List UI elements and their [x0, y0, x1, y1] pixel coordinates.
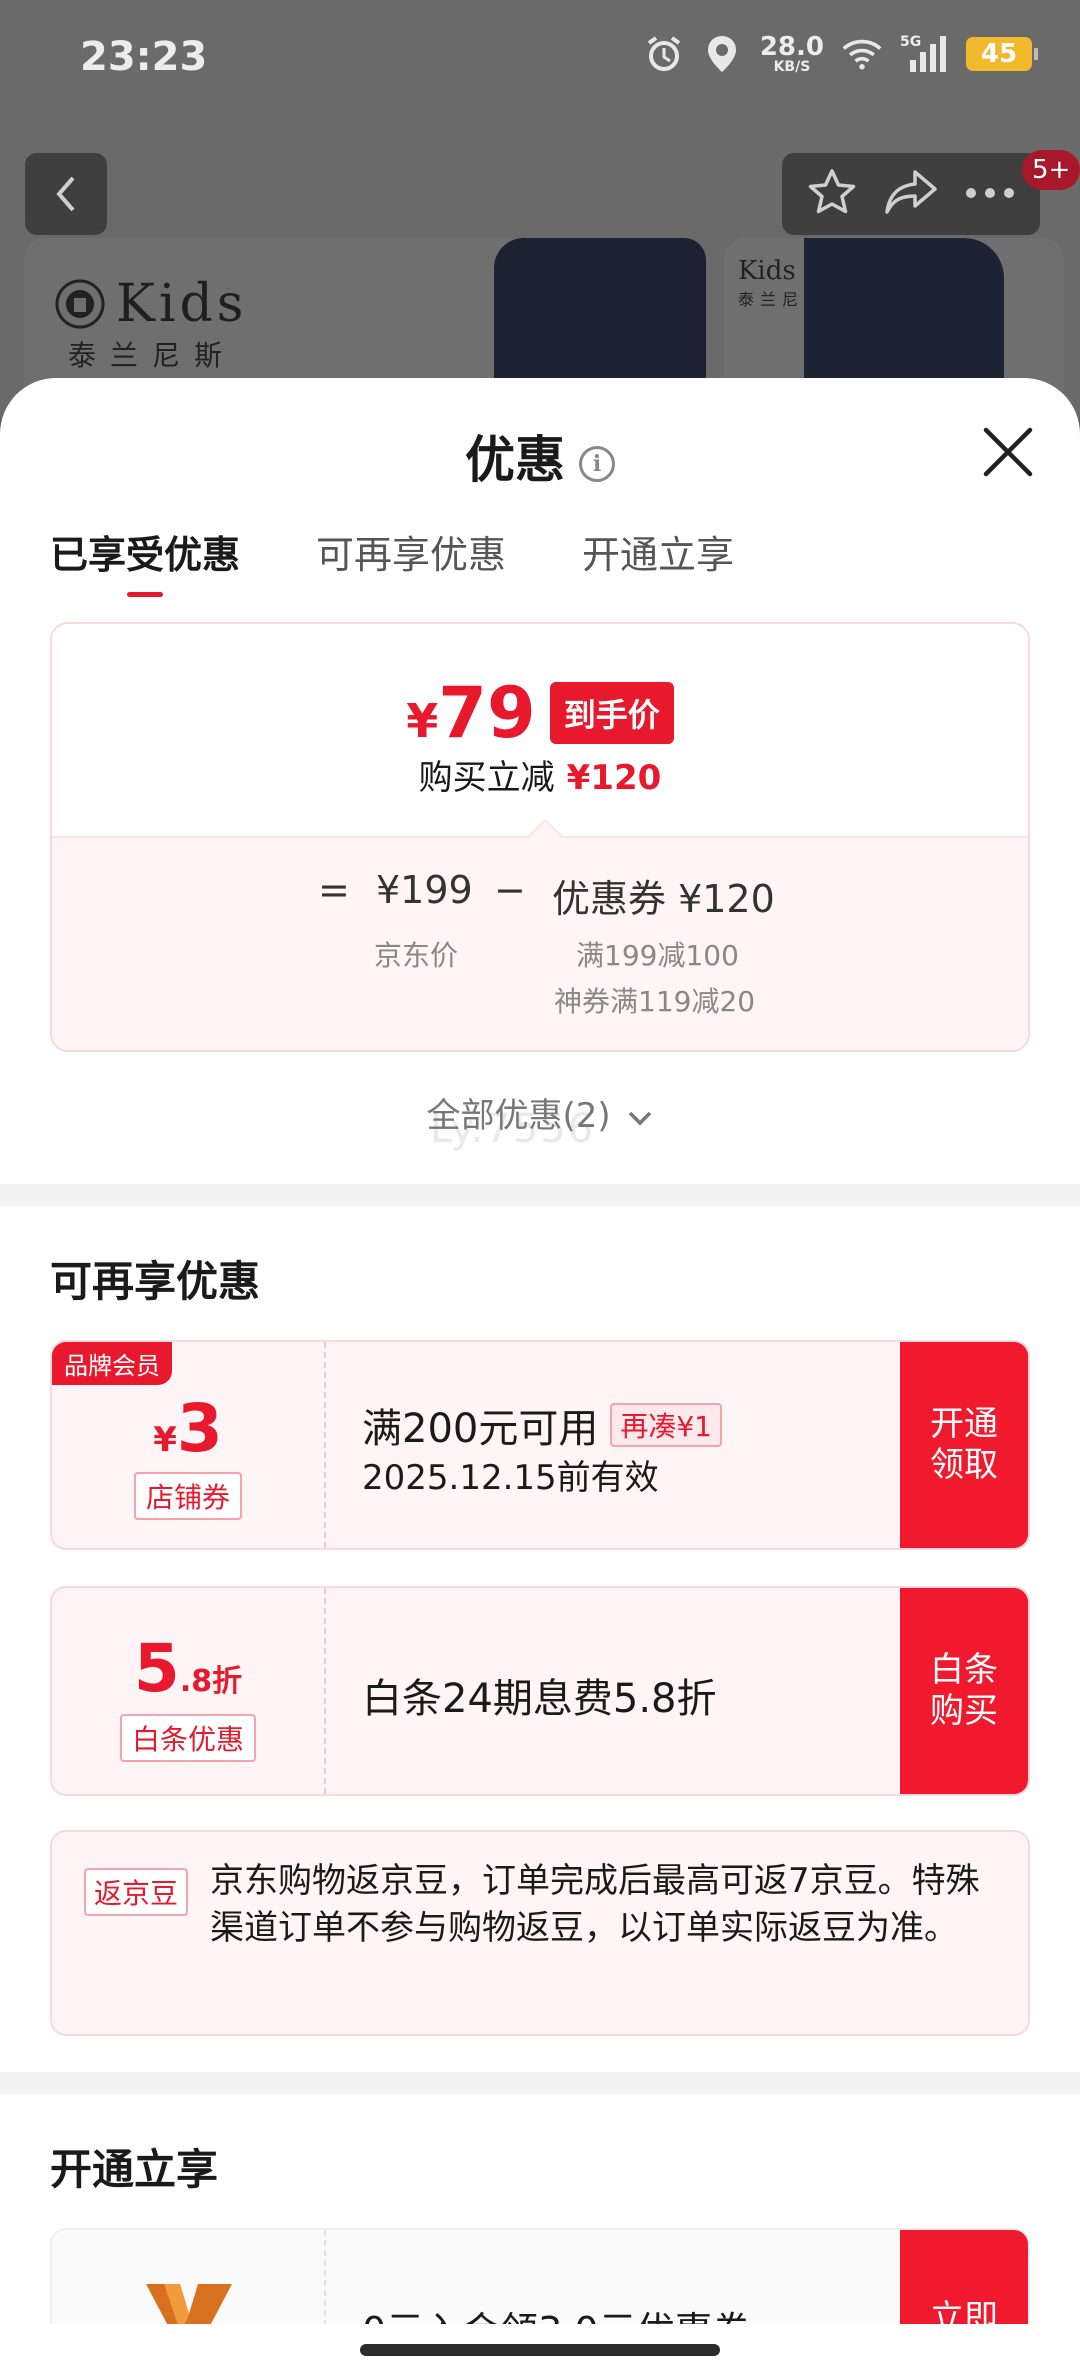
net-speed: 28.0 KB/S [759, 32, 824, 75]
background-page: Kids 泰兰尼斯 Kids 泰兰尼斯 23:23 28.0 KB/S 5G 4… [0, 0, 1080, 420]
tab-enjoyed[interactable]: 已享受优惠 [50, 524, 240, 597]
lion-emblem-icon [55, 279, 105, 329]
close-icon [983, 427, 1033, 477]
equals-sign: = [318, 868, 350, 912]
tab-more-offers[interactable]: 可再享优惠 [316, 524, 506, 597]
cellular-signal-icon: 5G [900, 34, 948, 74]
share-icon [885, 170, 937, 214]
more-button[interactable] [964, 185, 1016, 204]
section-title-more-offers: 可再享优惠 [50, 1257, 261, 1306]
close-button[interactable] [980, 424, 1036, 480]
baitiao-offer-text: 白条24期息费5.8折 [362, 1676, 717, 1722]
all-offers-toggle[interactable]: 全部优惠(2) [0, 1088, 1080, 1137]
price-breakdown: = ¥199 − 优惠券 ¥120 京东价 满199减100 神券满119减20 [52, 818, 1028, 1050]
sheet-header: 优惠 i [0, 420, 1080, 492]
minus-sign: − [494, 868, 526, 912]
info-icon[interactable]: i [579, 445, 615, 482]
message-count-badge: 5+ [1022, 150, 1080, 190]
status-bar: 23:23 28.0 KB/S 5G 45 [0, 0, 1080, 120]
home-indicator[interactable] [360, 2344, 720, 2356]
coupon-type-tag: 白条优惠 [119, 1714, 257, 1762]
location-icon [702, 34, 742, 74]
share-button[interactable] [883, 166, 939, 222]
jd-bean-tag: 返京豆 [84, 1868, 189, 1916]
section-divider [0, 1184, 1080, 1206]
coupon-value: ¥3 [153, 1390, 223, 1467]
jd-price: ¥199 [376, 868, 473, 912]
baitiao-offer-card: 5.8折 白条优惠 白条24期息费5.8折 白条购买 [50, 1586, 1030, 1796]
final-price-tag: 到手价 [549, 682, 674, 744]
all-offers-label: 全部优惠(2) [426, 1096, 611, 1136]
brand-name-small: Kids [738, 256, 796, 286]
jd-bean-card: 返京豆 京东购物返京豆，订单完成后最高可返7京豆。特殊渠道订单不参与购物返豆，以… [50, 1830, 1030, 2036]
jd-price-label: 京东价 [374, 939, 459, 972]
coupon-expiry: 2025.12.15前有效 [362, 1458, 659, 1498]
offers-sheet: 优惠 i 已享受优惠 可再享优惠 开通立享 ¥79 到手价 购买立减 ¥120 = … [0, 378, 1080, 2374]
coupon-total: 优惠券 ¥120 [552, 877, 775, 921]
status-time: 23:23 [80, 34, 208, 80]
back-button[interactable] [25, 153, 107, 235]
more-dots-icon [965, 187, 1014, 198]
sheet-title: 优惠 [465, 431, 565, 489]
member-tag: 品牌会员 [52, 1342, 172, 1385]
brand-subtitle: 泰兰尼斯 [68, 339, 237, 372]
section-divider [0, 2072, 1080, 2094]
reduce-amount: ¥120 [566, 758, 662, 798]
add-more-tag: 再凑¥1 [610, 1403, 722, 1447]
top-actions [782, 153, 1040, 235]
coupon-rule: 满199减100 [576, 939, 739, 972]
status-icons: 28.0 KB/S 5G 45 [644, 32, 1038, 75]
open-and-claim-button[interactable]: 开通领取 [900, 1342, 1028, 1548]
price-summary: ¥79 到手价 购买立减 ¥120 = ¥199 − 优惠券 ¥120 京东价 满… [50, 622, 1030, 1052]
chevron-left-icon [56, 176, 75, 212]
brand-logo: Kids [54, 274, 247, 334]
favorite-button[interactable] [806, 166, 858, 222]
offer-tabs: 已享受优惠 可再享优惠 开通立享 [50, 524, 734, 597]
final-price: ¥79 [406, 672, 536, 754]
coupon-type-tag: 店铺券 [133, 1472, 243, 1520]
tab-open-enjoy[interactable]: 开通立享 [582, 524, 734, 597]
section-title-open-enjoy: 开通立享 [50, 2145, 219, 2194]
reduce-label: 购买立减 [418, 758, 555, 798]
coupon-rule: 神券满119减20 [554, 985, 756, 1018]
coupon-condition: 满200元可用 再凑¥1 [362, 1396, 722, 1454]
brand-name: Kids [116, 274, 248, 334]
reduce-row: 购买立减 ¥120 [52, 750, 1028, 799]
wifi-icon [842, 34, 882, 74]
alarm-icon [644, 34, 684, 74]
baitiao-buy-button[interactable]: 白条购买 [900, 1588, 1028, 1794]
jd-bean-text: 京东购物返京豆，订单完成后最高可返7京豆。特殊渠道订单不参与购物返豆，以订单实际… [210, 1861, 980, 1948]
battery-indicator: 45 [966, 37, 1038, 71]
chevron-down-icon [629, 1111, 652, 1125]
discount-value: 5.8折 [133, 1630, 243, 1707]
star-icon [809, 169, 856, 214]
shop-coupon-card: 品牌会员 ¥3 店铺券 满200元可用 再凑¥1 2025.12.15前有效 开… [50, 1340, 1030, 1550]
